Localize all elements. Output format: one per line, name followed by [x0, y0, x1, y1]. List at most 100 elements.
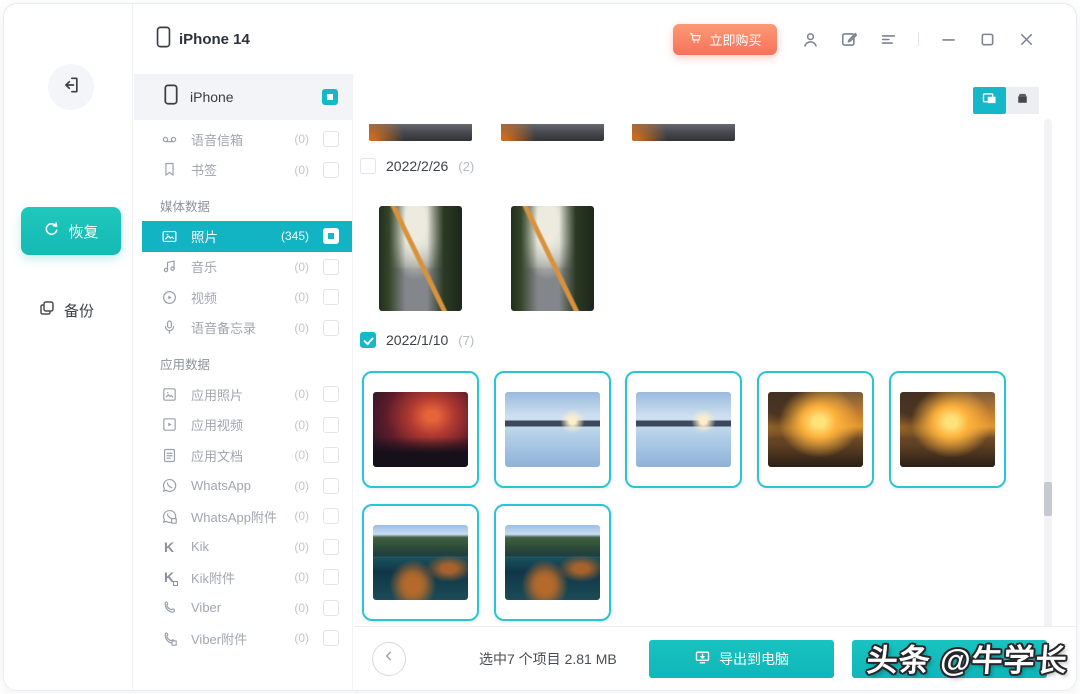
sidebar-item-videos[interactable]: 视频 (0): [134, 282, 352, 313]
sidebar-item-checkbox[interactable]: [323, 630, 339, 646]
date-group-header: 2022/1/10 (7): [354, 330, 1076, 350]
sidebar-item-checkbox[interactable]: [323, 289, 339, 305]
sidebar-item-music[interactable]: 音乐 (0): [134, 252, 352, 283]
photo-thumbnail-sea-dusk[interactable]: [632, 124, 735, 141]
viber-icon: [160, 599, 178, 617]
photo-scroll-area[interactable]: 2022/2/26 (2) 2022/1/10 (7): [354, 74, 1076, 626]
recover-button[interactable]: 恢复: [21, 207, 121, 255]
sidebar-item-voicemail[interactable]: 语音信箱 (0): [134, 124, 352, 155]
sidebar-item-checkbox[interactable]: [323, 569, 339, 585]
scrollbar-thumb[interactable]: [1044, 482, 1052, 516]
selected-photo-card[interactable]: [757, 371, 874, 488]
sidebar-item-label: Viber附件: [191, 629, 294, 648]
selected-photo-card[interactable]: [362, 504, 479, 621]
sidebar-item-checkbox[interactable]: [323, 447, 339, 463]
date-group-label: 2022/1/10: [386, 332, 448, 348]
feedback-icon[interactable]: [840, 30, 859, 49]
sidebar-item-checkbox[interactable]: [323, 259, 339, 275]
sidebar-item-app-docs[interactable]: 应用文档 (0): [134, 440, 352, 471]
sidebar-item-bookmarks[interactable]: 书签 (0): [134, 155, 352, 186]
photo-thumbnail-forest-road[interactable]: [379, 206, 462, 311]
exit-button[interactable]: [48, 64, 94, 110]
menu-icon[interactable]: [879, 30, 898, 49]
minimize-icon[interactable]: [939, 30, 958, 49]
sidebar-item-checkbox[interactable]: [323, 539, 339, 555]
date-group-count: (2): [458, 159, 474, 174]
photo-thumbnail-sea-dusk[interactable]: [501, 124, 604, 141]
backup-button[interactable]: 备份: [38, 299, 94, 321]
photo-row: [354, 206, 1076, 311]
photo-thumbnail-beach-blue: [505, 392, 600, 467]
exit-icon: [61, 75, 81, 100]
app-window: 恢复 备份 iPhone 14 立即购买: [3, 3, 1077, 691]
viber-attachment-icon: [160, 629, 178, 647]
date-group-header: 2022/2/26 (2): [354, 156, 1076, 176]
recover-icon: [43, 221, 60, 242]
sidebar-item-app-videos[interactable]: 应用视频 (0): [134, 410, 352, 441]
sidebar-item-checkbox[interactable]: [323, 131, 339, 147]
sidebar-item-label: 书签: [191, 160, 294, 179]
sidebar-item-whatsapp-attachments[interactable]: WhatsApp附件 (0): [134, 501, 352, 532]
sidebar-item-checkbox[interactable]: [323, 508, 339, 524]
mic-icon: [160, 319, 178, 337]
photo-icon: [160, 227, 178, 245]
sidebar-item-checkbox[interactable]: [323, 386, 339, 402]
sidebar-item-kik[interactable]: K Kik (0): [134, 532, 352, 563]
sidebar-item-count: (0): [294, 448, 309, 462]
photo-thumbnail-sunset-red: [373, 392, 468, 467]
selected-photo-card[interactable]: [889, 371, 1006, 488]
photo-thumbnail-forest-road[interactable]: [511, 206, 594, 311]
sidebar-item-app-photos[interactable]: 应用照片 (0): [134, 379, 352, 410]
sidebar-item-checkbox[interactable]: [323, 228, 339, 244]
date-group-checkbox[interactable]: [360, 158, 376, 174]
backup-icon: [38, 299, 56, 321]
selected-photo-card[interactable]: [494, 504, 611, 621]
sidebar-item-count: (0): [294, 290, 309, 304]
photo-thumbnail-beach-blue: [636, 392, 731, 467]
account-icon[interactable]: [801, 30, 820, 49]
sidebar-item-checkbox[interactable]: [323, 162, 339, 178]
app-video-icon: [160, 416, 178, 434]
photo-thumbnail-mountain-lake: [505, 525, 600, 600]
sidebar-item-count: (0): [294, 601, 309, 615]
back-button[interactable]: [372, 642, 406, 676]
sidebar-item-label: 语音信箱: [191, 130, 294, 149]
sidebar-item-whatsapp[interactable]: WhatsApp (0): [134, 471, 352, 502]
photo-thumbnail-sea-dusk[interactable]: [369, 124, 472, 141]
sidebar-item-voice-memos[interactable]: 语音备忘录 (0): [134, 313, 352, 344]
sidebar-item-count: (0): [294, 570, 309, 584]
sidebar-item-viber-attachments[interactable]: Viber附件 (0): [134, 623, 352, 654]
maximize-icon[interactable]: [978, 30, 997, 49]
device-checkbox[interactable]: [322, 89, 338, 105]
selected-photo-card[interactable]: [625, 371, 742, 488]
selected-photo-card[interactable]: [494, 371, 611, 488]
export-to-computer-label: 导出到电脑: [719, 649, 789, 669]
sidebar-item-label: 应用照片: [191, 385, 294, 404]
sidebar-item-kik-attachments[interactable]: K Kik附件 (0): [134, 562, 352, 593]
export-to-computer-button[interactable]: 导出到电脑: [649, 640, 834, 678]
cart-icon: [688, 30, 703, 48]
date-group-count: (7): [458, 333, 474, 348]
photo-row-selected: [354, 371, 1076, 488]
close-icon[interactable]: [1017, 30, 1036, 49]
sidebar-item-count: (0): [294, 321, 309, 335]
sidebar-device-header[interactable]: iPhone: [134, 74, 352, 120]
music-icon: [160, 258, 178, 276]
backup-label: 备份: [64, 300, 94, 321]
sidebar-device-label: iPhone: [190, 89, 322, 105]
sidebar-item-viber[interactable]: Viber (0): [134, 593, 352, 624]
photo-thumbnail-mountain-lake: [373, 525, 468, 600]
date-group-checkbox[interactable]: [360, 332, 376, 348]
secondary-action-button[interactable]: [852, 640, 1047, 678]
sidebar-item-checkbox[interactable]: [323, 417, 339, 433]
sidebar-item-checkbox[interactable]: [323, 600, 339, 616]
whatsapp-icon: [160, 477, 178, 495]
buy-now-button[interactable]: 立即购买: [673, 24, 777, 55]
sidebar-item-checkbox[interactable]: [323, 478, 339, 494]
sidebar-item-photos[interactable]: 照片 (345): [142, 221, 352, 252]
sidebar-item-checkbox[interactable]: [323, 320, 339, 336]
topbar-actions: 立即购买: [673, 24, 1076, 55]
selected-photo-card[interactable]: [362, 371, 479, 488]
sidebar-item-count: (0): [294, 418, 309, 432]
scrollbar-track[interactable]: [1044, 119, 1052, 629]
